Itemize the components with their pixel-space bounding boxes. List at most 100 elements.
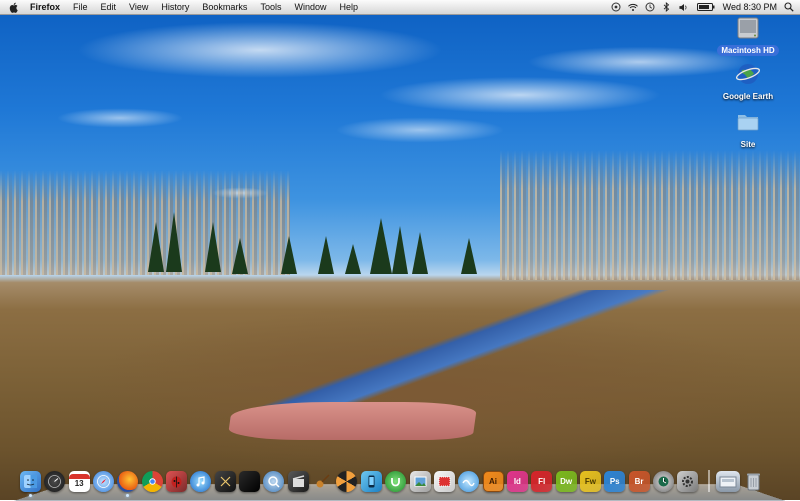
volume-icon[interactable] bbox=[679, 2, 689, 12]
wallpaper-pine bbox=[392, 226, 408, 274]
menu-app-firefox[interactable]: Firefox bbox=[30, 2, 60, 12]
dock-flash-label: Fl bbox=[538, 476, 546, 486]
wallpaper-red-rock bbox=[227, 402, 478, 440]
wallpaper-pine bbox=[370, 218, 392, 274]
dock-trash[interactable] bbox=[743, 471, 764, 492]
guitar-icon bbox=[316, 473, 330, 487]
quicktime-icon bbox=[268, 475, 280, 488]
menu-window[interactable]: Window bbox=[294, 2, 326, 12]
dock-mail-app[interactable] bbox=[433, 470, 455, 492]
dock-photoshop-label: Ps bbox=[609, 476, 620, 486]
time-machine-icon[interactable] bbox=[645, 2, 655, 12]
photos-icon bbox=[414, 476, 426, 486]
dock-safari[interactable] bbox=[93, 470, 115, 492]
time-machine-dock-icon bbox=[658, 476, 669, 486]
music-note-icon bbox=[196, 475, 206, 486]
hard-drive-icon bbox=[735, 16, 761, 40]
dashboard-gauge-icon bbox=[48, 474, 62, 488]
stack-folder-icon bbox=[719, 476, 737, 488]
dock-fireworks-label: Fw bbox=[584, 476, 596, 486]
dock-finder[interactable] bbox=[20, 470, 41, 497]
desktop-icon-macintosh-hd[interactable]: Macintosh HD bbox=[713, 16, 783, 58]
dock-fireworks[interactable]: Fw bbox=[579, 470, 601, 492]
dock-flash[interactable]: Fl bbox=[531, 470, 553, 492]
dock-final-cut[interactable] bbox=[287, 470, 309, 492]
dock-preview[interactable] bbox=[409, 470, 431, 492]
running-indicator bbox=[29, 493, 32, 497]
menu-history[interactable]: History bbox=[161, 2, 189, 12]
menu-tools[interactable]: Tools bbox=[260, 2, 281, 12]
wallpaper-aspen-grove-right bbox=[500, 150, 800, 280]
battery-icon[interactable] bbox=[696, 2, 716, 12]
wave-icon bbox=[462, 479, 475, 486]
chrome-icon bbox=[149, 477, 156, 485]
desktop-wallpaper[interactable] bbox=[0, 0, 800, 500]
dock-separator bbox=[707, 470, 710, 492]
dock: 13 Ai Id Fl Dw Fw Ps Br bbox=[20, 467, 780, 497]
dock-illustrator-label: Ai bbox=[489, 476, 498, 486]
dock-bug-app[interactable] bbox=[166, 470, 188, 492]
wallpaper-pine bbox=[318, 236, 334, 274]
wallpaper-creek bbox=[230, 290, 790, 420]
dock-device-app[interactable] bbox=[360, 470, 382, 492]
desktop-icon-site[interactable]: Site bbox=[713, 110, 783, 152]
dock-illustrator[interactable]: Ai bbox=[482, 470, 504, 492]
dock-dashboard[interactable] bbox=[44, 470, 66, 492]
dock-guitar-app[interactable] bbox=[312, 471, 333, 492]
menu-edit[interactable]: Edit bbox=[101, 2, 117, 12]
dock-photoshop[interactable]: Ps bbox=[604, 470, 626, 492]
wallpaper-pine bbox=[345, 244, 361, 274]
dock-blender[interactable] bbox=[336, 470, 358, 492]
compass-icon bbox=[97, 474, 110, 488]
globe-icon bbox=[735, 62, 761, 86]
menu-help[interactable]: Help bbox=[339, 2, 358, 12]
wallpaper-pine bbox=[205, 222, 221, 272]
dock-system-preferences[interactable] bbox=[677, 470, 699, 492]
dock-quicktime[interactable] bbox=[263, 470, 285, 492]
wallpaper-pine bbox=[281, 236, 297, 274]
clapper-icon bbox=[292, 474, 304, 487]
dock-bridge[interactable]: Br bbox=[628, 470, 650, 492]
menu-file[interactable]: File bbox=[73, 2, 88, 12]
dock-itunes[interactable] bbox=[190, 470, 212, 492]
dock-dragonframe[interactable] bbox=[214, 470, 236, 492]
wifi-icon[interactable] bbox=[627, 2, 638, 12]
dock-dreamweaver-label: Dw bbox=[560, 476, 573, 486]
menu-view[interactable]: View bbox=[129, 2, 148, 12]
dock-ical[interactable]: 13 bbox=[68, 470, 90, 492]
menu-bar: Firefox File Edit View History Bookmarks… bbox=[0, 0, 800, 15]
dock-indesign-label: Id bbox=[513, 476, 521, 486]
dock-storyteller[interactable] bbox=[239, 470, 261, 492]
dock-dreamweaver[interactable]: Dw bbox=[555, 470, 577, 492]
dock-dreamweaver-site[interactable] bbox=[458, 470, 480, 492]
dock-bridge-label: Br bbox=[634, 476, 644, 486]
dock-chrome[interactable] bbox=[141, 470, 163, 492]
trash-icon bbox=[746, 473, 760, 490]
ladybug-icon bbox=[171, 476, 182, 487]
desktop-icon-label: Site bbox=[740, 140, 756, 149]
menu-bookmarks[interactable]: Bookmarks bbox=[202, 2, 247, 12]
folder-icon bbox=[735, 110, 761, 134]
dock-indesign[interactable]: Id bbox=[506, 470, 528, 492]
bluetooth-icon[interactable] bbox=[662, 2, 672, 12]
utorrent-icon bbox=[391, 477, 401, 486]
dock-firefox[interactable] bbox=[117, 470, 139, 497]
dock-time-machine[interactable] bbox=[652, 470, 674, 492]
menu-extras: Wed 8:30 PM bbox=[611, 0, 794, 14]
menu-clock[interactable]: Wed 8:30 PM bbox=[723, 2, 777, 12]
desktop-icon-google-earth[interactable]: Google Earth bbox=[713, 62, 783, 104]
apple-menu-icon[interactable] bbox=[8, 1, 20, 13]
spotlight-search-icon[interactable] bbox=[784, 2, 794, 12]
wallpaper-pine bbox=[412, 232, 428, 274]
gear-icon bbox=[682, 475, 694, 487]
phone-icon bbox=[368, 475, 375, 487]
sync-icon[interactable] bbox=[611, 2, 621, 12]
dock-calendar-day: 13 bbox=[74, 479, 84, 488]
wallpaper-pine bbox=[461, 238, 477, 274]
desktop-icon-label: Macintosh HD bbox=[717, 45, 779, 56]
wallpaper-pine bbox=[148, 222, 164, 272]
dock-stack-folder[interactable] bbox=[715, 470, 740, 492]
dock-utorrent[interactable] bbox=[385, 470, 407, 492]
wallpaper-pine bbox=[232, 238, 248, 274]
finder-icon bbox=[24, 474, 37, 488]
